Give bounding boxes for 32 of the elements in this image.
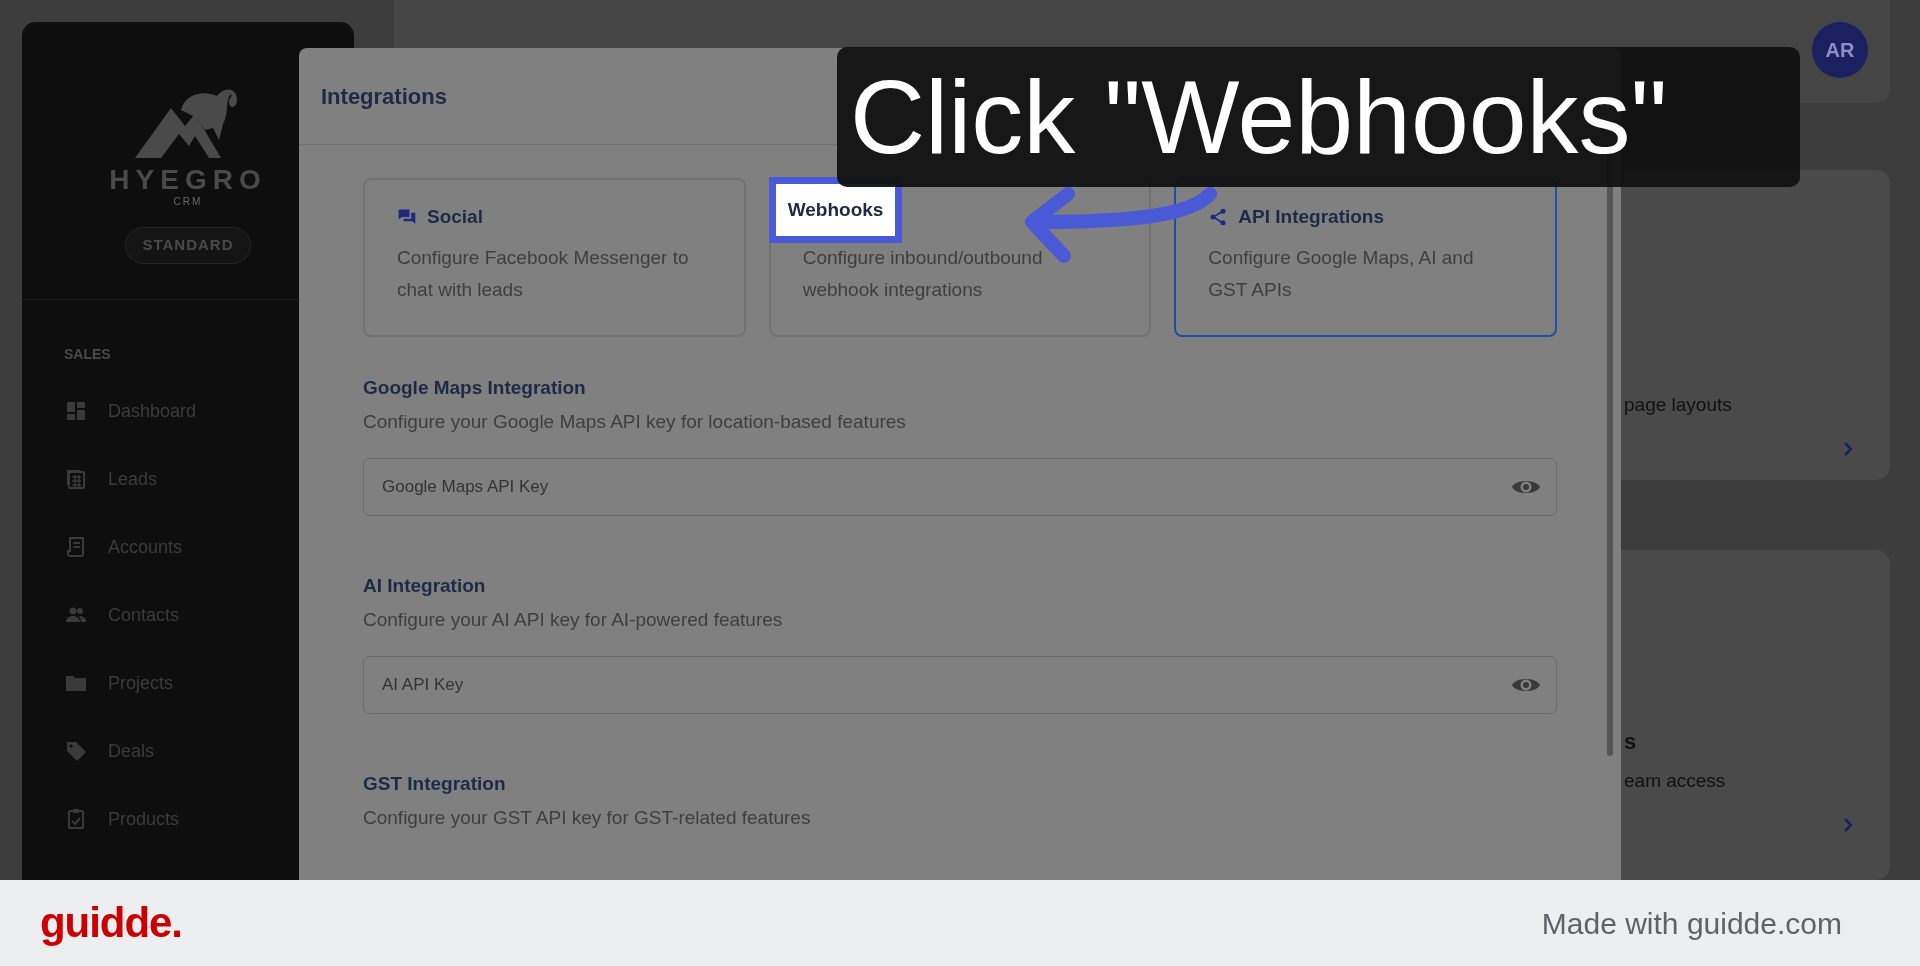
tag-icon [64, 739, 88, 763]
section-description: Configure your Google Maps API key for location-based features [363, 410, 907, 434]
section-title: GST Integration [363, 772, 507, 796]
card-heading: s [1624, 731, 1638, 756]
card-text: page layouts [1624, 393, 1733, 417]
integration-card[interactable]: Social Configure Facebook Messenger to chat with leads [363, 178, 746, 337]
user-avatar[interactable]: AR [1812, 21, 1868, 78]
chevron-right-icon[interactable] [1842, 815, 1854, 834]
logo-subtext: CRM [173, 197, 203, 207]
section-label: SALES [64, 345, 112, 364]
dialog-title: Integrations [321, 82, 447, 111]
dashboard-icon [64, 399, 88, 423]
instruction-tooltip: Click "Webhooks" [837, 47, 1800, 187]
api-key-field[interactable]: Google Maps API Key [363, 458, 1557, 516]
integration-card[interactable]: Webhooks Configure inbound/outbound webhook integrations [768, 178, 1152, 337]
card-description: Configure inbound/outbound webhook integrations [802, 246, 1044, 302]
section-title: Google Maps Integration [363, 376, 587, 400]
chevron-right-icon[interactable] [1842, 439, 1854, 458]
credit-text: Made with guidde.com [1541, 905, 1842, 942]
card-description: Configure Facebook Messenger to chat with leads [397, 246, 690, 302]
card-description: Configure Google Maps, AI and GST APIs [1208, 246, 1475, 302]
section-title: AI Integration [363, 574, 487, 598]
card-text: eam access [1624, 769, 1727, 793]
card-title: Social [427, 204, 483, 229]
logo-text: HYEGRO [109, 166, 267, 194]
brand-logo: guidde. [40, 902, 182, 944]
section-description: Configure your GST API key for GST-related features [363, 806, 812, 830]
calculator-icon [64, 467, 88, 491]
section-description: Configure your AI API key for AI-powered features [363, 608, 784, 632]
highlighted-card-title: Webhooks [768, 176, 903, 244]
card-title: API Integrations [1238, 204, 1385, 229]
api-key-field[interactable]: AI API Key [363, 656, 1557, 714]
